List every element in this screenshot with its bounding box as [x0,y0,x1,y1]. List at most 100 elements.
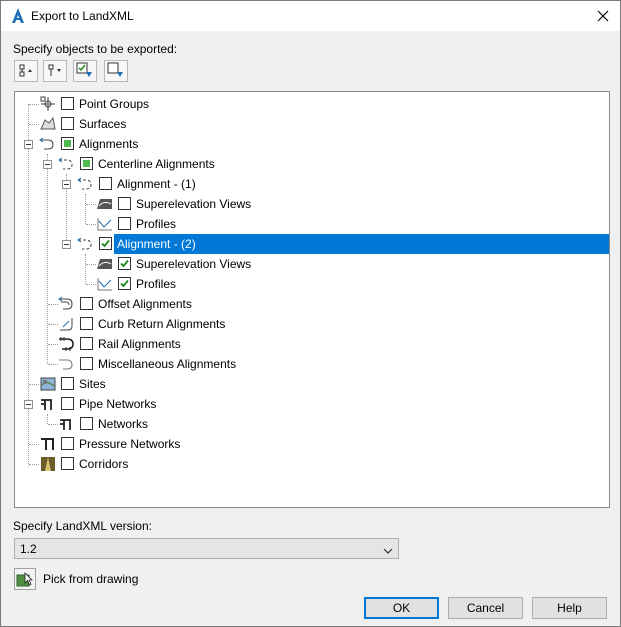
collapse-all-button[interactable] [43,60,67,82]
sites-icon [39,375,57,393]
profiles-icon [96,215,114,233]
tree-item-checkbox[interactable] [61,117,74,130]
tree-item-checkbox[interactable] [61,457,74,470]
tree-item-superelevation-views[interactable]: Superelevation Views [15,254,609,274]
point-groups-icon [39,95,57,113]
corridors-icon [39,455,57,473]
help-button[interactable]: Help [532,597,607,619]
collapse-toggle[interactable] [62,240,71,249]
tree-item-checkbox[interactable] [80,337,93,350]
tree-item-label: Profiles [136,277,177,291]
tree-item-label: Sites [79,377,106,391]
tree-item-checkbox[interactable] [99,237,112,250]
tree-item-checkbox[interactable] [118,277,131,290]
superelevation-views-icon [96,255,114,273]
window-title: Export to LandXML [31,9,134,23]
collapse-all-icon [48,64,61,76]
expand-all-icon [19,64,32,77]
tree-item-label: Corridors [79,457,129,471]
tree-item-offset-alignments[interactable]: Offset Alignments [15,294,609,314]
centerline-alignments-icon [58,155,76,173]
chevron-down-icon [383,544,393,558]
select-value: 1.2 [20,542,37,556]
checkmark-icon [101,239,110,248]
pick-from-drawing-button[interactable] [14,568,36,590]
pipe-networks-icon [39,395,57,413]
tree-item-label: Profiles [136,217,177,231]
tree-item-label: Rail Alignments [98,337,181,351]
tree-item-label: Superelevation Views [136,257,252,271]
ok-button[interactable]: OK [364,597,439,619]
tree-item-surfaces[interactable]: Surfaces [15,114,609,134]
tree-item-checkbox[interactable] [80,357,93,370]
tree-item-checkbox[interactable] [118,257,131,270]
curb-return-alignments-icon [58,315,76,333]
tree-item-pressure-networks[interactable]: Pressure Networks [15,434,609,454]
title-bar: Export to LandXML [1,1,620,31]
tree-item-label: Offset Alignments [98,297,192,311]
tree-item-label: Alignment - (1) [117,177,196,191]
tree-item-alignment-1[interactable]: Alignment - (1) [15,174,609,194]
tree-item-label: Alignments [79,137,139,151]
tree-item-checkbox[interactable] [118,197,131,210]
tree-item-label: Centerline Alignments [98,157,215,171]
tree-item-sites[interactable]: Sites [15,374,609,394]
tree-item-checkbox[interactable] [61,397,74,410]
check-all-button[interactable] [73,60,97,82]
alignment-icon [77,235,95,253]
tree-item-label: Networks [98,417,149,431]
tree-item-label: Alignment - (2) [117,237,196,251]
specify-objects-label: Specify objects to be exported: [13,42,178,56]
checkmark-icon [120,259,129,268]
tree-item-checkbox[interactable] [118,217,131,230]
tree-item-pipe-networks[interactable]: Pipe Networks [15,394,609,414]
collapse-toggle[interactable] [43,160,52,169]
collapse-toggle[interactable] [62,180,71,189]
specify-version-label: Specify LandXML version: [13,519,152,533]
networks-icon [58,415,76,433]
tree-item-checkbox[interactable] [80,417,93,430]
tree-item-point-groups[interactable]: Point Groups [15,94,609,114]
tree-item-checkbox[interactable] [99,177,112,190]
collapse-toggle[interactable] [24,140,33,149]
tree-item-rail-alignments[interactable]: Rail Alignments [15,334,609,354]
rail-alignments-icon [58,335,76,353]
object-tree[interactable]: Point Groups Surfaces Alignments Centerl… [14,91,610,508]
export-landxml-dialog: Export to LandXML Specify objects to be … [0,0,621,627]
tree-item-checkbox[interactable] [61,97,74,110]
tree-item-label: Point Groups [79,97,150,111]
tree-item-label: Superelevation Views [136,197,252,211]
tree-item-corridors[interactable]: Corridors [15,454,609,474]
tree-item-alignment-2[interactable]: Alignment - (2) [15,234,609,254]
tree-item-checkbox[interactable] [61,137,74,150]
landxml-version-select[interactable]: 1.2 [14,538,399,559]
tree-item-alignments[interactable]: Alignments [15,134,609,154]
tree-item-checkbox[interactable] [61,377,74,390]
close-button[interactable] [590,3,616,29]
tree-item-label: Pipe Networks [79,397,157,411]
tree-item-checkbox[interactable] [61,437,74,450]
cancel-button[interactable]: Cancel [448,597,523,619]
pick-from-drawing-label: Pick from drawing [43,572,139,586]
offset-alignments-icon [58,295,76,313]
tree-item-curb-return-alignments[interactable]: Curb Return Alignments [15,314,609,334]
checkmark-icon [120,279,129,288]
tree-item-checkbox[interactable] [80,157,93,170]
collapse-toggle[interactable] [24,400,33,409]
tree-item-label: Pressure Networks [79,437,181,451]
close-icon [597,10,609,22]
tree-item-profiles[interactable]: Profiles [15,214,609,234]
tree-item-superelevation-views[interactable]: Superelevation Views [15,194,609,214]
check-all-icon [76,62,92,77]
surfaces-icon [39,115,57,133]
tree-item-checkbox[interactable] [80,297,93,310]
alignments-icon [39,135,57,153]
tree-item-miscellaneous-alignments[interactable]: Miscellaneous Alignments [15,354,609,374]
tree-item-networks[interactable]: Networks [15,414,609,434]
tree-item-profiles[interactable]: Profiles [15,274,609,294]
tree-item-centerline-alignments[interactable]: Centerline Alignments [15,154,609,174]
uncheck-all-button[interactable] [104,60,128,82]
tree-item-checkbox[interactable] [80,317,93,330]
profiles-icon [96,275,114,293]
expand-all-button[interactable] [14,60,38,82]
